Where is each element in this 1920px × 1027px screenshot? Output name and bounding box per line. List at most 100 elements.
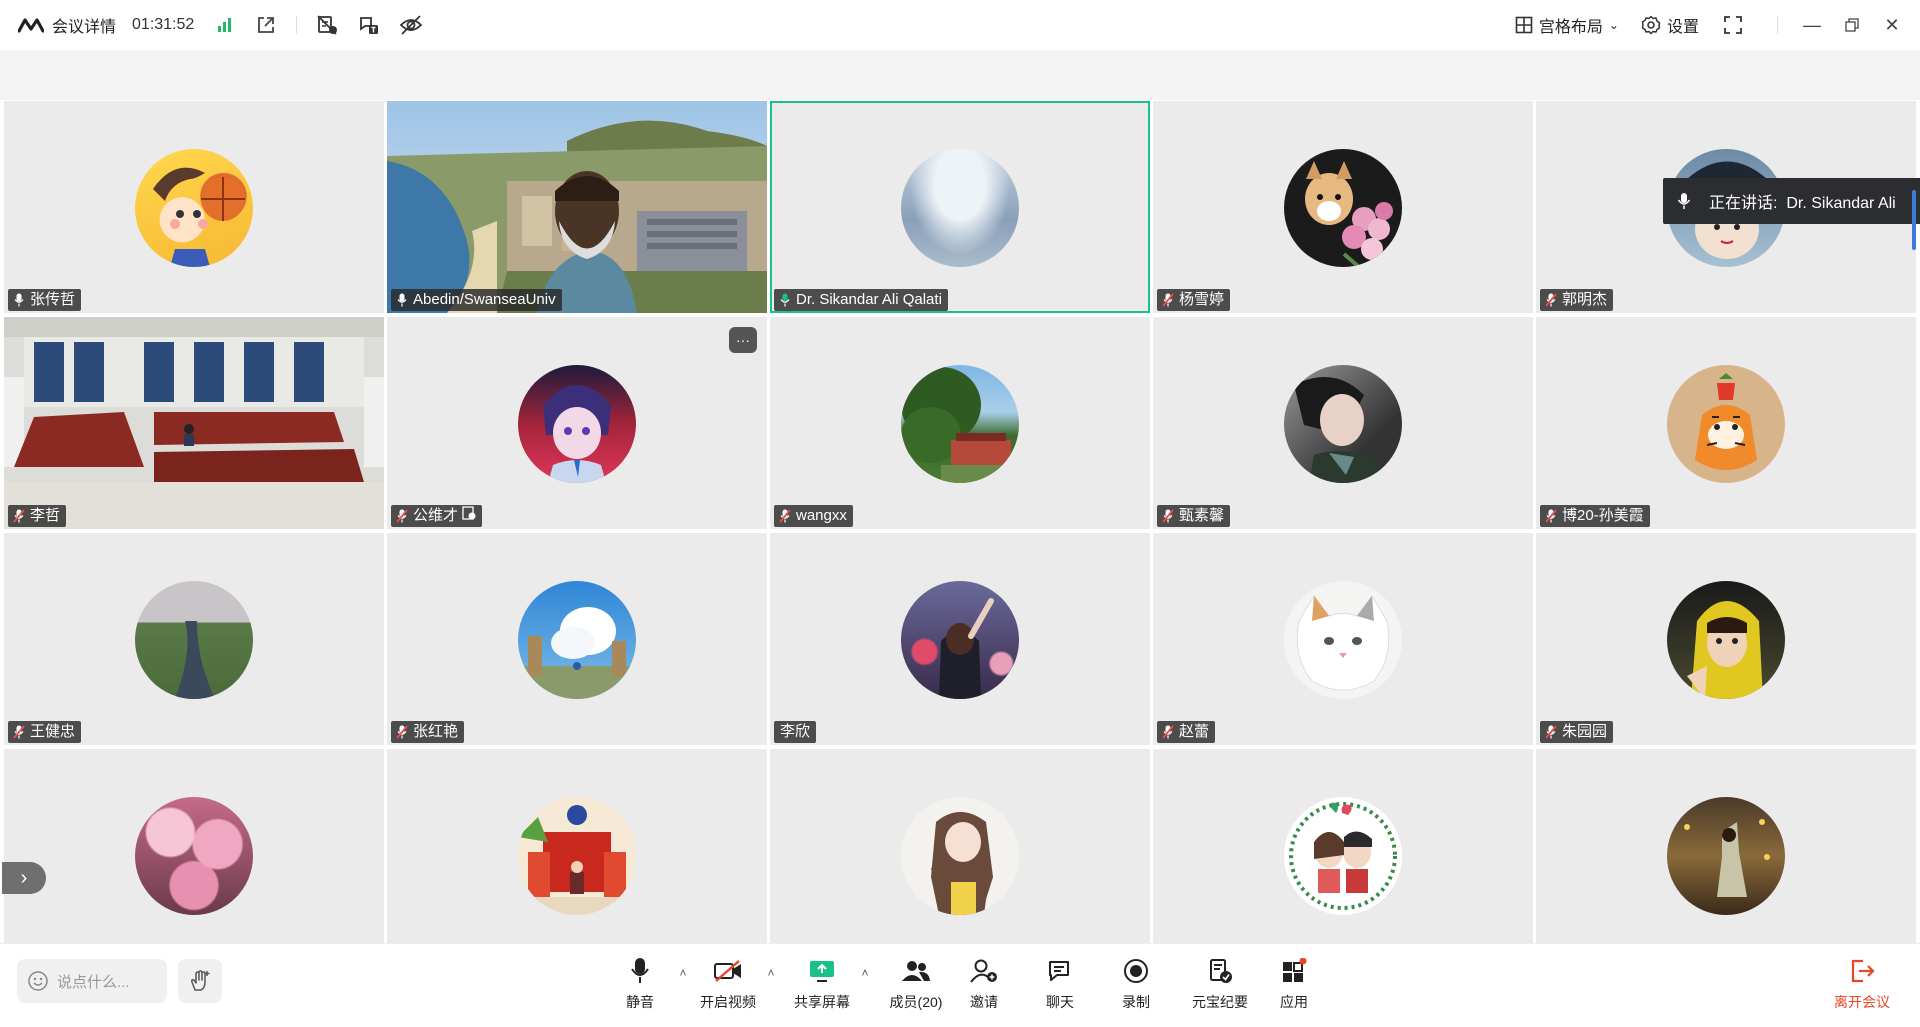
share-options-caret[interactable]: ˄ — [858, 966, 872, 980]
minimize-button[interactable]: — — [1792, 5, 1832, 45]
microphone-icon — [1677, 193, 1691, 209]
restore-icon — [1845, 18, 1859, 32]
emoji-icon — [28, 971, 48, 991]
participant-nametag: 郭明杰 — [1540, 289, 1614, 311]
participant-tile[interactable]: wangxx — [770, 317, 1150, 529]
avatar — [1667, 797, 1785, 915]
chevron-right-icon: › — [20, 866, 28, 889]
avatar — [901, 149, 1019, 267]
avatar — [901, 797, 1019, 915]
mute-button[interactable]: 静音 — [620, 956, 660, 1012]
participant-tile[interactable]: 王健忠 — [4, 533, 384, 745]
close-icon: ✕ — [1884, 14, 1900, 35]
apps-label: 应用 — [1280, 994, 1308, 1010]
start-video-button[interactable]: 开启视频 — [696, 956, 760, 1012]
participant-name: 杨雪婷 — [1179, 291, 1225, 308]
avatar — [518, 797, 636, 915]
participant-name: 博20-孙美霞 — [1562, 507, 1644, 524]
participant-tile[interactable] — [4, 749, 384, 943]
ai-summary-button[interactable]: 元宝纪要 — [1190, 956, 1250, 1012]
mic-speaking-icon — [778, 292, 792, 308]
members-button[interactable]: 成员(20) — [886, 956, 946, 1012]
meeting-timer: 01:31:52 — [132, 16, 195, 33]
video-feed — [4, 317, 384, 529]
avatar — [135, 149, 253, 267]
avatar — [901, 581, 1019, 699]
chat-button[interactable]: 聊天 — [1038, 956, 1082, 1012]
raise-hand-button[interactable] — [178, 959, 222, 1003]
participant-tile[interactable]: 朱园园 — [1536, 533, 1916, 745]
grid-layout-button[interactable]: 宫格布局 ⌄ — [1515, 13, 1619, 37]
participant-tile[interactable]: ··· 公维才 — [387, 317, 767, 529]
mute-options-caret[interactable]: ˄ — [676, 966, 690, 980]
share-screen-button[interactable]: 共享屏幕 — [792, 956, 852, 1012]
participant-nametag: 李欣 — [774, 721, 817, 743]
settings-button[interactable]: 设置 — [1641, 13, 1699, 37]
caption-icon[interactable] — [357, 13, 381, 37]
record-button[interactable]: 录制 — [1114, 956, 1158, 1012]
apps-button[interactable]: 应用 — [1272, 956, 1316, 1012]
participant-name: Abedin/SwanseaUniv — [413, 291, 556, 308]
participant-name: 王健忠 — [30, 723, 76, 740]
invite-button[interactable]: 邀请 — [962, 956, 1006, 1012]
participant-tile-active-speaker[interactable]: Dr. Sikandar Ali Qalati — [770, 101, 1150, 313]
mic-muted-icon — [1544, 292, 1558, 308]
members-icon — [902, 961, 930, 981]
avatar — [518, 365, 636, 483]
toolbar-strip — [0, 50, 1920, 100]
participant-tile[interactable] — [1153, 749, 1533, 943]
restore-button[interactable] — [1832, 5, 1872, 45]
speaking-indicator: 正在讲话: Dr. Sikandar Ali — [1663, 178, 1920, 224]
participant-nametag: 朱园园 — [1540, 721, 1614, 743]
participant-tile[interactable] — [770, 749, 1150, 943]
participant-tile[interactable]: 甄素馨 — [1153, 317, 1533, 529]
minimize-icon: — — [1803, 14, 1821, 35]
participant-tile[interactable] — [1536, 749, 1916, 943]
participant-tile[interactable]: 博20-孙美霞 — [1536, 317, 1916, 529]
chat-placeholder: 说点什么... — [57, 973, 130, 991]
mic-muted-icon — [1161, 724, 1175, 740]
hidden-eye-icon[interactable] — [399, 13, 423, 37]
quick-chat-input[interactable]: 说点什么... — [17, 959, 167, 1003]
more-options-button[interactable]: ··· — [729, 327, 757, 353]
participant-nametag: 张传哲 — [8, 289, 82, 311]
participant-name: 赵蕾 — [1179, 723, 1210, 740]
signal-icon[interactable] — [212, 13, 236, 37]
share-screen-icon — [810, 961, 834, 982]
exit-icon — [1851, 959, 1875, 983]
participant-tile[interactable]: 赵蕾 — [1153, 533, 1533, 745]
video-grid: 张传哲 Abedin/SwanseaUniv Dr. Sikandar Ali … — [4, 101, 1916, 943]
share-link-icon[interactable] — [254, 13, 278, 37]
participant-tile[interactable]: 李欣 — [770, 533, 1150, 745]
close-button[interactable]: ✕ — [1872, 5, 1912, 45]
mic-muted-icon — [12, 508, 26, 524]
participant-nametag: 公维才 — [391, 505, 483, 527]
participant-name: wangxx — [796, 507, 847, 524]
participant-tile[interactable]: Abedin/SwanseaUniv — [387, 101, 767, 313]
mic-muted-icon — [778, 508, 792, 524]
avatar — [1284, 797, 1402, 915]
avatar — [1284, 581, 1402, 699]
chat-icon — [1049, 961, 1069, 981]
meeting-details-link[interactable]: 会议详情 — [52, 13, 116, 37]
document-lock-icon[interactable] — [315, 13, 339, 37]
participant-nametag: 赵蕾 — [1157, 721, 1216, 743]
participant-tile[interactable]: 张红艳 — [387, 533, 767, 745]
participant-tile[interactable]: 李哲 — [4, 317, 384, 529]
members-label: 成员(20) — [889, 994, 943, 1010]
expand-sidebar-button[interactable]: › — [2, 862, 46, 894]
participant-tile[interactable]: 张传哲 — [4, 101, 384, 313]
grid-layout-icon — [1515, 16, 1533, 34]
participant-nametag: 张红艳 — [391, 721, 465, 743]
participant-tile[interactable]: 杨雪婷 — [1153, 101, 1533, 313]
leave-meeting-button[interactable]: 离开会议 — [1834, 956, 1890, 1012]
invite-label: 邀请 — [970, 994, 998, 1010]
apps-icon — [1283, 958, 1307, 982]
participant-tile[interactable] — [387, 749, 767, 943]
participant-nametag: 博20-孙美霞 — [1540, 505, 1650, 527]
fullscreen-icon[interactable] — [1721, 13, 1745, 37]
video-options-caret[interactable]: ˄ — [764, 966, 778, 980]
participant-nametag: Abedin/SwanseaUniv — [391, 289, 562, 311]
microphone-icon — [631, 958, 649, 983]
volume-scroll-handle[interactable] — [1912, 190, 1916, 250]
